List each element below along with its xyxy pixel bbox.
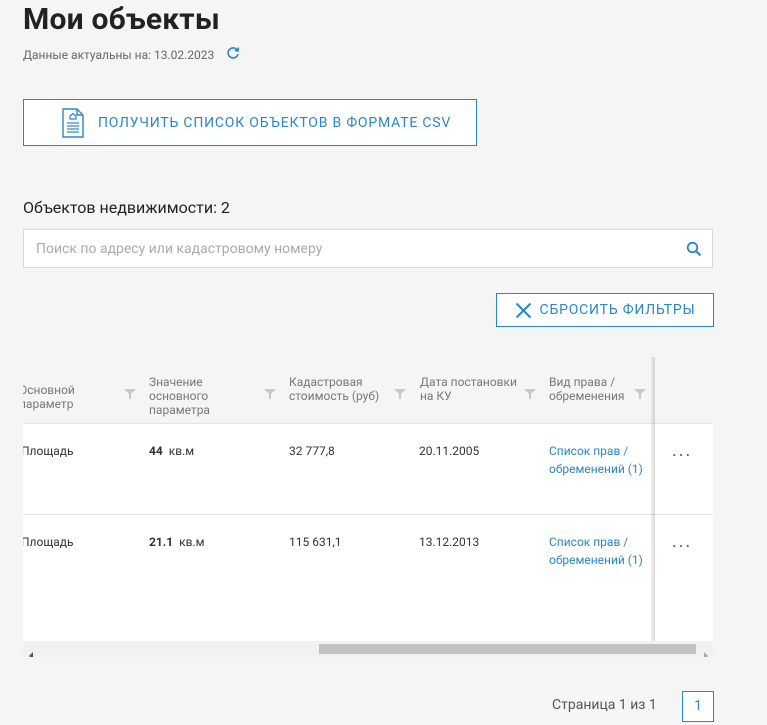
value-unit: кв.м	[168, 444, 195, 458]
reset-filters-button[interactable]: СБРОСИТЬ ФИЛЬТРЫ	[496, 293, 714, 327]
rights-link[interactable]: Список прав / обременений (1)	[549, 533, 644, 569]
reset-filters-label: СБРОСИТЬ ФИЛЬТРЫ	[539, 302, 696, 318]
pagination-page-button[interactable]: 1	[682, 691, 714, 722]
table-row: Площадь 44 кв.м 32 777,8 20.11.2005 Спис…	[23, 423, 713, 514]
filter-icon[interactable]	[264, 385, 276, 399]
value-unit: кв.м	[179, 535, 205, 549]
search-icon[interactable]	[686, 241, 702, 257]
cell-value: 21.1 кв.м	[149, 533, 205, 551]
more-dots-icon[interactable]: ...	[672, 531, 692, 552]
column-header-rights: Вид права / обременения	[549, 375, 625, 403]
pagination-info: Страница 1 из 1	[552, 697, 657, 713]
column-header-date: Дата постановки на КУ	[420, 375, 517, 403]
download-csv-label: ПОЛУЧИТЬ СПИСОК ОБЪЕКТОВ В ФОРМАТЕ CSV	[98, 114, 452, 131]
cell-date: 20.11.2005	[419, 444, 480, 458]
cell-cost: 32 777,8	[289, 444, 335, 458]
rights-link[interactable]: Список прав / обременений (1)	[549, 442, 644, 478]
search-input[interactable]	[24, 230, 676, 267]
sticky-column-shadow	[651, 357, 655, 641]
close-icon	[515, 302, 532, 319]
refresh-icon[interactable]	[226, 46, 240, 60]
search-box	[23, 229, 713, 268]
column-header-param: Основной параметр	[23, 383, 75, 411]
cell-param: Площадь	[23, 535, 74, 549]
scroll-right-icon[interactable]	[702, 645, 710, 657]
document-icon	[62, 107, 84, 138]
table-header: Основной параметр Значение основного пар…	[23, 357, 713, 423]
data-updated-text: Данные актуальны на: 13.02.2023	[23, 48, 215, 62]
objects-count: Объектов недвижимости: 2	[23, 198, 230, 217]
download-csv-button[interactable]: ПОЛУЧИТЬ СПИСОК ОБЪЕКТОВ В ФОРМАТЕ CSV	[23, 99, 477, 146]
data-updated-info: Данные актуальны на: 13.02.2023	[23, 46, 240, 62]
horizontal-scrollbar[interactable]	[23, 641, 713, 657]
objects-table: Основной параметр Значение основного пар…	[23, 357, 713, 657]
value-number: 44	[149, 444, 163, 458]
filter-icon[interactable]	[124, 385, 136, 399]
scrollbar-thumb[interactable]	[319, 644, 696, 654]
cell-value: 44 кв.м	[149, 442, 194, 460]
cell-cost: 115 631,1	[289, 535, 342, 549]
column-header-cost: Кадастровая стоимость (руб)	[289, 375, 380, 403]
scroll-left-icon[interactable]	[27, 645, 35, 657]
page-title: Мои объекты	[23, 2, 220, 37]
more-dots-icon[interactable]: ...	[672, 440, 692, 461]
value-number: 21.1	[149, 535, 174, 549]
table-row: Площадь 21.1 кв.м 115 631,1 13.12.2013 С…	[23, 514, 713, 642]
column-header-value: Значение основного параметра	[149, 375, 210, 417]
filter-icon[interactable]	[634, 385, 646, 399]
cell-date: 13.12.2013	[419, 535, 480, 549]
cell-param: Площадь	[23, 444, 74, 458]
filter-icon[interactable]	[524, 385, 536, 399]
filter-icon[interactable]	[394, 385, 406, 399]
